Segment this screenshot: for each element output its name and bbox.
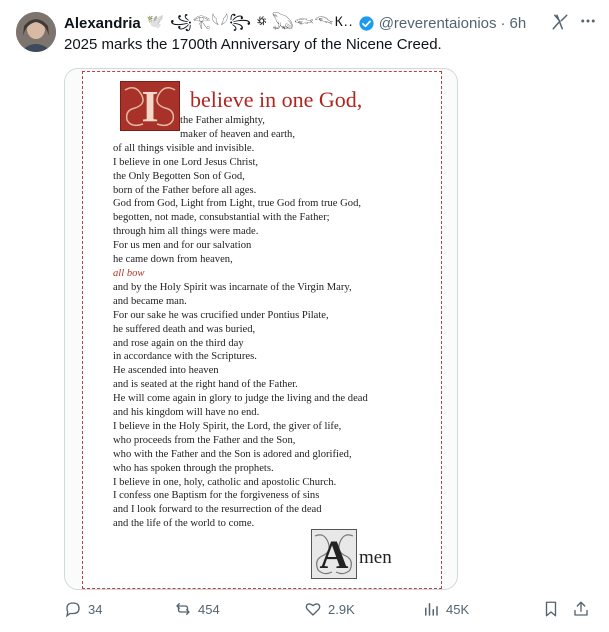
creed-line: He will come again in glory to judge the… bbox=[113, 393, 368, 405]
more-options-icon[interactable] bbox=[579, 12, 597, 33]
tweet-time[interactable]: 6h bbox=[510, 15, 527, 32]
reply-count: 34 bbox=[88, 601, 103, 617]
creed-line: God from God, Light from Light, true God… bbox=[113, 198, 362, 210]
share-icon bbox=[574, 601, 588, 616]
repost-icon bbox=[176, 603, 190, 615]
creed-line: begotten, not made, consubstantial with … bbox=[113, 212, 330, 224]
author-name[interactable]: Alexandria bbox=[64, 15, 141, 32]
creed-line: and became man. bbox=[113, 295, 187, 307]
creed-rubric: all bow bbox=[113, 267, 145, 279]
creed-line: I believe in one, holy, catholic and apo… bbox=[113, 476, 337, 488]
creed-line: and rose again on the third day bbox=[113, 337, 244, 349]
creed-line: For us men and for our salvation bbox=[113, 240, 252, 252]
share-button[interactable] bbox=[572, 600, 590, 618]
creed-line: born of the Father before all ages. bbox=[113, 184, 257, 196]
creed-line: I believe in the Holy Spirit, the Lord, … bbox=[113, 420, 342, 432]
creed-line: he came down from heaven, bbox=[113, 254, 233, 266]
creed-line: For our sake he was crucified under Pont… bbox=[113, 309, 329, 321]
tweet-text: 2025 marks the 1700th Anniversary of the… bbox=[64, 36, 442, 53]
like-button[interactable]: 2.9K bbox=[304, 600, 355, 618]
creed-line: who has spoken through the prophets. bbox=[113, 462, 274, 474]
views-chart-icon bbox=[425, 603, 438, 616]
reply-icon bbox=[65, 602, 80, 618]
author-decoration: 🕊️ ꧁𓂀𓆩𓆪꧂ ꥟ 𓆏𓆟𓆞К... bbox=[146, 13, 352, 29]
creed-line: and I look forward to the resurrection o… bbox=[113, 504, 322, 516]
views-count: 45K bbox=[446, 601, 470, 617]
verified-badge-icon bbox=[358, 15, 375, 32]
avatar-image bbox=[16, 12, 56, 52]
creed-line: I believe in one Lord Jesus Christ, bbox=[113, 156, 259, 168]
creed-line: through him all things were made. bbox=[113, 226, 259, 238]
tweet-image[interactable]: I believe in one God, the Father almight… bbox=[64, 68, 458, 590]
like-count: 2.9K bbox=[328, 601, 355, 617]
amen-ornament: A bbox=[311, 529, 357, 579]
creed-line: the Father almighty, bbox=[180, 115, 265, 126]
action-bar: 34 454 2.9K 45K bbox=[64, 600, 595, 622]
creed-line: of all things visible and invisible. bbox=[113, 142, 255, 154]
creed-line: maker of heaven and earth, bbox=[180, 128, 296, 140]
creed-headline: believe in one God, bbox=[190, 87, 363, 112]
creed-line: and by the Holy Spirit was incarnate of … bbox=[113, 281, 352, 293]
heart-icon bbox=[305, 603, 321, 616]
reply-button[interactable]: 34 bbox=[64, 600, 102, 618]
bookmark-icon bbox=[545, 601, 557, 617]
views-button[interactable]: 45K bbox=[422, 600, 469, 618]
amen-cap-letter: A bbox=[319, 531, 349, 577]
tweet-header: Alexandria 🕊️ ꧁𓂀𓆩𓆪꧂ ꥟ 𓆏𓆟𓆞К... @reverenta… bbox=[64, 12, 595, 34]
creed-text: the Father almighty, maker of heaven and… bbox=[113, 114, 368, 531]
separator-dot: · bbox=[500, 14, 506, 32]
repost-button[interactable]: 454 bbox=[174, 600, 220, 618]
creed-line: and his kingdom will have no end. bbox=[113, 407, 260, 419]
creed-line: the Only Begotten Son of God, bbox=[113, 170, 245, 182]
amen-text: men bbox=[359, 547, 392, 568]
creed-line: who proceeds from the Father and the Son… bbox=[113, 434, 296, 446]
bookmark-button[interactable] bbox=[542, 600, 560, 618]
creed-line: and is seated at the right hand of the F… bbox=[113, 379, 298, 391]
repost-count: 454 bbox=[198, 601, 220, 617]
creed-line: he suffered death and was buried, bbox=[113, 323, 256, 335]
avatar[interactable] bbox=[16, 12, 56, 52]
creed-line: I confess one Baptism for the forgivenes… bbox=[113, 490, 320, 502]
creed-line: who with the Father and the Son is adore… bbox=[113, 448, 352, 460]
creed-line: in accordance with the Scriptures. bbox=[113, 351, 257, 363]
creed-line: He ascended into heaven bbox=[113, 365, 219, 377]
author-handle[interactable]: @reverentaionios bbox=[379, 15, 497, 32]
grok-icon[interactable] bbox=[551, 13, 569, 36]
